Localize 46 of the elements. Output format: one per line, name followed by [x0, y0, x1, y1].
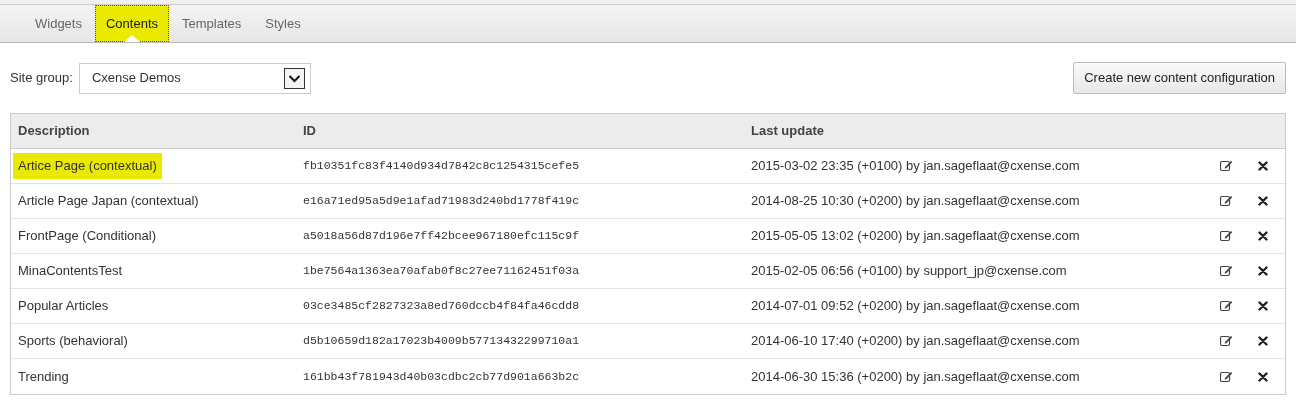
column-header: ID	[302, 122, 317, 141]
edit-icon[interactable]	[1220, 230, 1233, 242]
site-group-dropdown[interactable]: Cxense Demos	[78, 62, 311, 94]
column-header: Description	[17, 122, 91, 141]
edit-icon[interactable]	[1220, 370, 1233, 383]
tab[interactable]: Templates	[171, 5, 253, 42]
column-header: Last update	[750, 122, 824, 141]
table-cell: Artice Page (contextual)	[13, 153, 162, 179]
table-cell-text: Article Page Japan (contextual)	[17, 192, 200, 211]
table-cell-text: d5b10659d182a17023b4009b57713432299710a1	[302, 333, 581, 350]
delete-icon[interactable]	[1258, 301, 1268, 311]
table-cell-text: fb10351fc83f4140d934d7842c8c1254315cefe5	[302, 158, 581, 175]
chevron-down-icon	[283, 67, 305, 89]
tab[interactable]: Contents	[94, 5, 169, 42]
table-cell-text: FrontPage (Conditional)	[17, 227, 158, 246]
edit-icon[interactable]	[1220, 300, 1233, 312]
delete-icon[interactable]	[1258, 266, 1268, 276]
table-cell-text: 2015-02-05 06:56 (+0100) by support_jp@cxense.com	[750, 262, 1068, 281]
delete-icon[interactable]	[1258, 161, 1268, 171]
delete-icon[interactable]	[1258, 336, 1268, 346]
delete-icon[interactable]	[1258, 231, 1268, 241]
tab[interactable]: Styles	[254, 5, 312, 42]
tab[interactable]: Widgets	[24, 5, 93, 42]
delete-icon[interactable]	[1258, 371, 1268, 382]
table-cell-text: Trending	[17, 367, 70, 386]
table-cell-text: e16a71ed95a5d9e1afad71983d240bd1778f419c	[302, 193, 581, 210]
table-cell-text: 2014-06-10 17:40 (+0200) by jan.sageflaat@cxense.com	[750, 332, 1081, 351]
table-cell-text: 2014-08-25 10:30 (+0200) by jan.sageflaat@cxense.com	[750, 192, 1081, 211]
table-cell-text: 2015-03-02 23:35 (+0100) by jan.sageflaat@cxense.com	[750, 157, 1081, 176]
table-cell-text: MinaContentsTest	[17, 262, 124, 281]
table-cell-text: 03ce3485cf2827323a8ed760dccb4f84fa46cdd8	[302, 298, 581, 315]
edit-icon[interactable]	[1220, 195, 1233, 207]
table-cell-text: 2014-06-30 15:36 (+0200) by jan.sageflaat@cxense.com	[750, 367, 1081, 386]
create-content-button[interactable]: Create new content configuration	[1073, 62, 1286, 94]
edit-icon[interactable]	[1220, 160, 1233, 172]
table-cell-text: 1be7564a1363ea70afab0f8c27ee71162451f03a	[302, 263, 581, 280]
edit-icon[interactable]	[1220, 265, 1233, 277]
delete-icon[interactable]	[1258, 196, 1268, 206]
edit-icon[interactable]	[1220, 335, 1233, 347]
table-cell-text: a5018a56d87d196e7ff42bcee967180efc115c9f	[302, 228, 581, 245]
table-cell-text: Sports (behavioral)	[17, 332, 129, 351]
table-cell-text: Popular Articles	[17, 297, 110, 316]
site-group-label: Site group:	[10, 69, 73, 88]
table-cell-text: 2014-07-01 09:52 (+0200) by jan.sageflaat@cxense.com	[750, 297, 1081, 316]
table-cell-text: 2015-05-05 13:02 (+0200) by jan.sageflaat@cxense.com	[750, 227, 1081, 246]
table-cell-text: 161bb43f781943d40b03cdbc2cb77d901a663b2c	[302, 368, 581, 385]
